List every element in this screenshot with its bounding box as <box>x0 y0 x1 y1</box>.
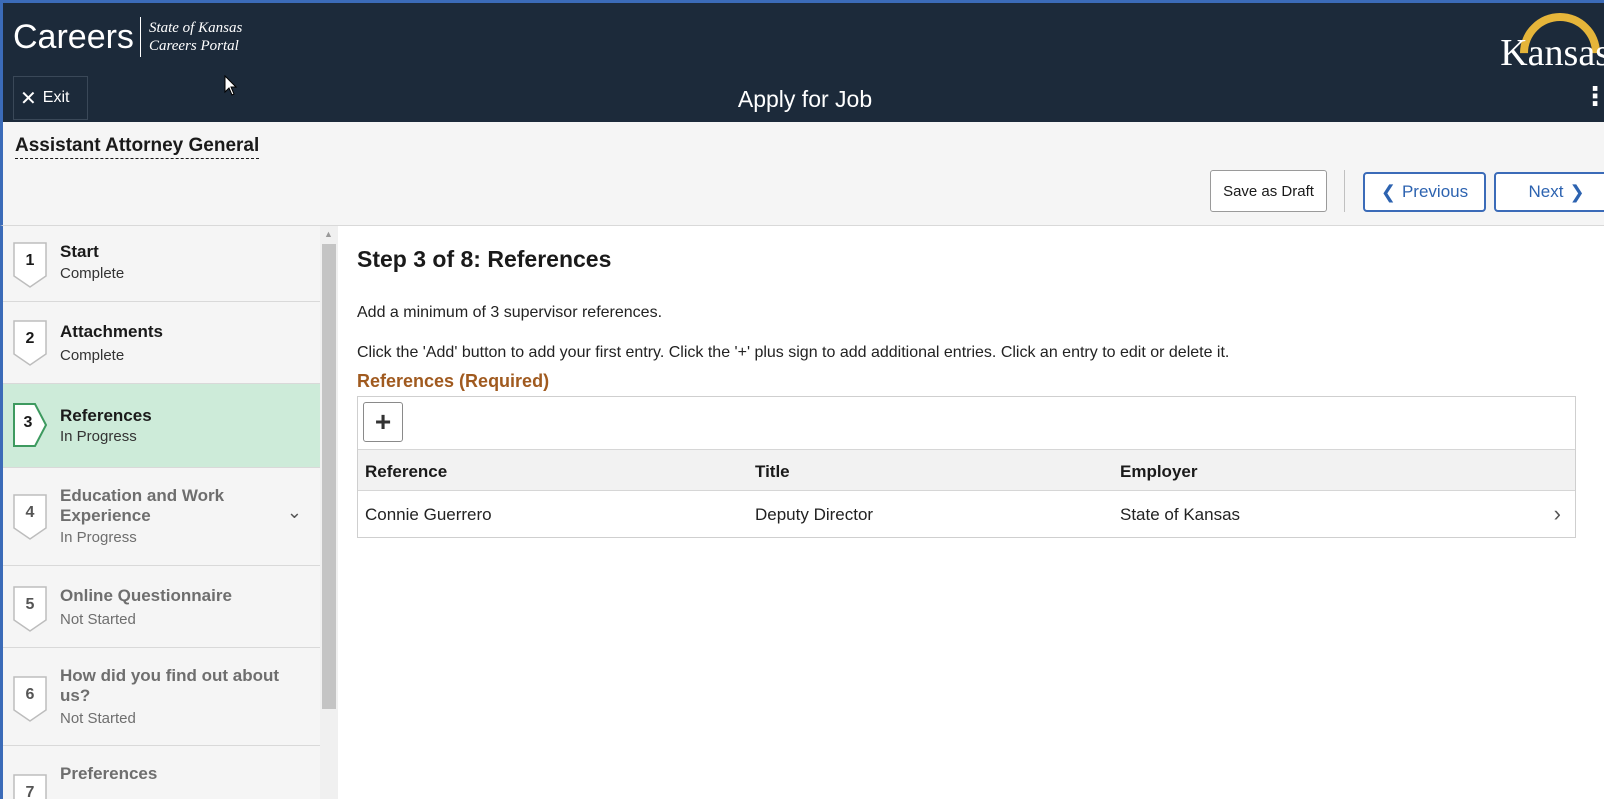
column-header-reference: Reference <box>365 462 448 481</box>
scroll-up-icon[interactable]: ▲ <box>324 229 333 239</box>
brand-title: Careers <box>13 18 134 56</box>
step-number: 2 <box>25 330 35 347</box>
grid-header: Reference Title Employer <box>358 449 1575 491</box>
step-name: References <box>60 406 152 425</box>
previous-button[interactable]: ❮ Previous <box>1363 172 1486 212</box>
brand-subtitle: State of Kansas Careers Portal <box>149 19 242 55</box>
step-name: Start <box>60 242 99 261</box>
step-number: 3 <box>23 414 33 431</box>
step-number: 4 <box>25 504 35 521</box>
next-button[interactable]: Next ❯ <box>1494 172 1604 212</box>
step-number: 5 <box>25 596 35 613</box>
step-item-education[interactable]: 4 Education and Work Experience In Progr… <box>3 468 320 566</box>
next-label: Next <box>1528 182 1564 201</box>
job-title[interactable]: Assistant Attorney General <box>15 135 260 159</box>
top-header: Careers State of Kansas Careers Portal K… <box>0 0 1604 122</box>
step-status: In Progress <box>60 529 137 546</box>
instruction-text: Add a minimum of 3 supervisor references… <box>357 304 663 321</box>
step-number-badge: 1 <box>13 242 47 288</box>
cell-employer: State of Kansas <box>1120 505 1241 524</box>
step-navigation: 1 Start Complete 2 Attachments Complete … <box>0 226 320 799</box>
step-title: Step 3 of 8: References <box>357 246 612 272</box>
sidebar-scroll-thumb[interactable] <box>322 244 336 709</box>
step-item-how-did-you-find[interactable]: 6 How did you find out about us? Not Sta… <box>3 648 320 746</box>
section-title: References (Required) <box>357 371 550 391</box>
step-number: 6 <box>25 686 35 703</box>
step-number: 7 <box>25 784 35 799</box>
step-status: Not Started <box>60 710 136 727</box>
step-name: Education and Work Experience <box>60 486 225 525</box>
kansas-logo: Kansas <box>1494 13 1604 73</box>
step-name: Preferences <box>60 764 158 783</box>
step-number-badge: 6 <box>13 676 47 722</box>
add-reference-button[interactable]: + <box>363 402 403 442</box>
instruction-text: Click the 'Add' button to add your first… <box>357 344 1230 361</box>
chevron-down-icon[interactable]: ⌄ <box>287 502 302 523</box>
step-number: 1 <box>25 252 35 269</box>
page-title: Apply for Job <box>737 86 873 112</box>
step-number-badge: 3 <box>13 402 47 448</box>
brand-subtitle-line2: Careers Portal <box>148 38 239 54</box>
step-item-attachments[interactable]: 2 Attachments Complete <box>3 302 320 384</box>
previous-label: Previous <box>1401 182 1469 201</box>
step-name: Online Questionnaire <box>60 586 232 605</box>
references-grid: + Reference Title Employer Connie Guerre… <box>357 396 1576 538</box>
step-status: Complete <box>60 265 125 282</box>
step-status: In Progress <box>60 428 137 445</box>
column-header-title: Title <box>755 462 790 481</box>
column-header-employer: Employer <box>1120 462 1198 481</box>
more-options-icon[interactable]: ⋮ <box>1582 83 1604 109</box>
step-item-references[interactable]: 3 References In Progress <box>3 384 320 468</box>
cell-title: Deputy Director <box>755 505 874 524</box>
job-subheader: Assistant Attorney General Save as Draft… <box>0 122 1604 226</box>
brand-subtitle-line1: State of Kansas <box>148 20 243 36</box>
step-item-online-questionnaire[interactable]: 5 Online Questionnaire Not Started <box>3 566 320 648</box>
step-number-badge: 5 <box>13 586 47 632</box>
step-number-badge: 7 <box>13 774 47 799</box>
chevron-right-icon[interactable]: › <box>1554 501 1561 527</box>
chevron-left-icon: ❮ <box>1380 181 1396 202</box>
main-content: Step 3 of 8: References Add a minimum of… <box>338 226 1604 799</box>
step-number-badge: 4 <box>13 494 47 540</box>
mouse-cursor-icon <box>224 75 238 96</box>
step-status: Not Started <box>60 611 136 628</box>
chevron-right-icon: ❯ <box>1569 181 1585 202</box>
cell-reference: Connie Guerrero <box>365 505 492 524</box>
logo-text: Kansas <box>1500 32 1604 73</box>
step-name: Attachments <box>60 322 163 341</box>
table-row[interactable]: Connie Guerrero Deputy Director State of… <box>358 491 1575 537</box>
step-item-start[interactable]: 1 Start Complete <box>3 226 320 302</box>
brand-divider <box>139 17 141 57</box>
step-number-badge: 2 <box>13 320 47 366</box>
button-divider <box>1344 170 1345 212</box>
step-status: Complete <box>60 347 125 364</box>
step-item-preferences[interactable]: 7 Preferences <box>3 746 320 799</box>
save-as-draft-button[interactable]: Save as Draft <box>1210 170 1327 212</box>
brand: Careers State of Kansas Careers Portal <box>13 17 242 57</box>
step-name: How did you find out about us? <box>60 666 280 705</box>
